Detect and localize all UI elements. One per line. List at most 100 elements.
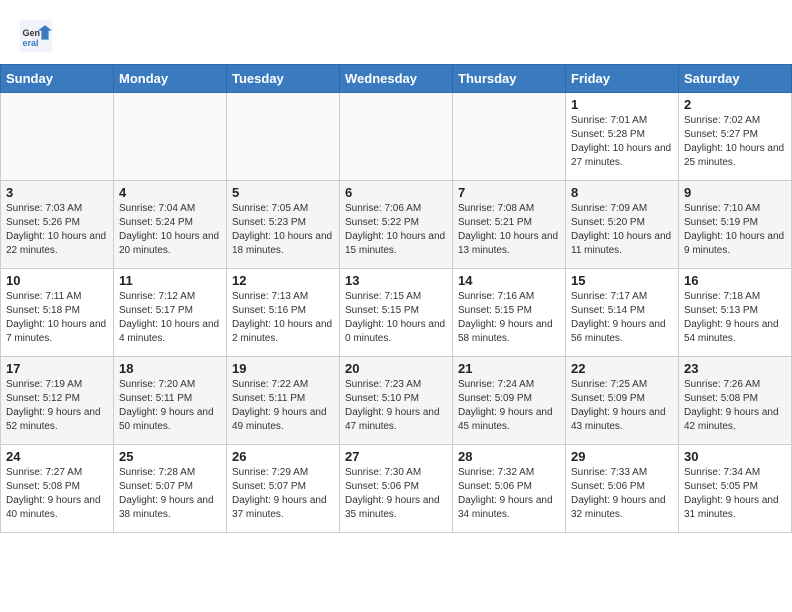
day-number: 27 [345,449,447,464]
day-number: 9 [684,185,786,200]
calendar-cell: 26 Sunrise: 7:29 AMSunset: 5:07 PMDayligh… [227,445,340,533]
day-number: 5 [232,185,334,200]
calendar-cell: 9 Sunrise: 7:10 AMSunset: 5:19 PMDaylight… [679,181,792,269]
day-info: Sunrise: 7:29 AMSunset: 5:07 PMDaylight:… [232,466,334,522]
day-info: Sunrise: 7:06 AMSunset: 5:22 PMDaylight:… [345,202,447,258]
logo-icon: Gen eral [18,18,54,54]
calendar-cell: 17 Sunrise: 7:19 AMSunset: 5:12 PMDayligh… [1,357,114,445]
weekday-header: Thursday [453,65,566,93]
day-info: Sunrise: 7:34 AMSunset: 5:05 PMDaylight:… [684,466,786,522]
day-info: Sunrise: 7:24 AMSunset: 5:09 PMDaylight:… [458,378,560,434]
day-info: Sunrise: 7:09 AMSunset: 5:20 PMDaylight:… [571,202,673,258]
day-number: 19 [232,361,334,376]
calendar-week-row: 1 Sunrise: 7:01 AMSunset: 5:28 PMDaylight… [1,93,792,181]
day-info: Sunrise: 7:33 AMSunset: 5:06 PMDaylight:… [571,466,673,522]
calendar-cell: 21 Sunrise: 7:24 AMSunset: 5:09 PMDayligh… [453,357,566,445]
day-number: 11 [119,273,221,288]
weekday-header: Friday [566,65,679,93]
calendar-cell [340,93,453,181]
day-info: Sunrise: 7:08 AMSunset: 5:21 PMDaylight:… [458,202,560,258]
calendar-cell: 8 Sunrise: 7:09 AMSunset: 5:20 PMDaylight… [566,181,679,269]
day-number: 23 [684,361,786,376]
calendar-cell: 15Sunrise: 7:17 AMSunset: 5:14 PMDayligh… [566,269,679,357]
day-info: Sunrise: 7:10 AMSunset: 5:19 PMDaylight:… [684,202,786,258]
day-info: Sunrise: 7:32 AMSunset: 5:06 PMDaylight:… [458,466,560,522]
calendar-week-row: 17 Sunrise: 7:19 AMSunset: 5:12 PMDayligh… [1,357,792,445]
day-number: 7 [458,185,560,200]
day-number: 24 [6,449,108,464]
calendar-header: SundayMondayTuesdayWednesdayThursdayFrid… [1,65,792,93]
weekday-row: SundayMondayTuesdayWednesdayThursdayFrid… [1,65,792,93]
day-info: Sunrise: 7:16 AMSunset: 5:15 PMDaylight:… [458,290,560,346]
day-info: Sunrise: 7:22 AMSunset: 5:11 PMDaylight:… [232,378,334,434]
calendar-cell: 12Sunrise: 7:13 AMSunset: 5:16 PMDayligh… [227,269,340,357]
day-number: 15 [571,273,673,288]
calendar-cell: 1 Sunrise: 7:01 AMSunset: 5:28 PMDaylight… [566,93,679,181]
day-number: 17 [6,361,108,376]
day-number: 6 [345,185,447,200]
calendar-week-row: 10 Sunrise: 7:11 AMSunset: 5:18 PMDayligh… [1,269,792,357]
day-info: Sunrise: 7:01 AMSunset: 5:28 PMDaylight:… [571,114,673,170]
calendar-cell: 18 Sunrise: 7:20 AMSunset: 5:11 PMDayligh… [114,357,227,445]
calendar-body: 1 Sunrise: 7:01 AMSunset: 5:28 PMDaylight… [1,93,792,533]
calendar-table: SundayMondayTuesdayWednesdayThursdayFrid… [0,64,792,533]
calendar-cell: 10 Sunrise: 7:11 AMSunset: 5:18 PMDayligh… [1,269,114,357]
calendar-cell: 6 Sunrise: 7:06 AMSunset: 5:22 PMDaylight… [340,181,453,269]
day-info: Sunrise: 7:20 AMSunset: 5:11 PMDaylight:… [119,378,221,434]
calendar-cell: 4 Sunrise: 7:04 AMSunset: 5:24 PMDaylight… [114,181,227,269]
day-number: 8 [571,185,673,200]
svg-text:eral: eral [23,38,39,48]
day-info: Sunrise: 7:04 AMSunset: 5:24 PMDaylight:… [119,202,221,258]
calendar-cell: 30 Sunrise: 7:34 AMSunset: 5:05 PMDayligh… [679,445,792,533]
weekday-header: Sunday [1,65,114,93]
calendar-cell: 11 Sunrise: 7:12 AMSunset: 5:17 PMDayligh… [114,269,227,357]
calendar-cell: 13 Sunrise: 7:15 AMSunset: 5:15 PMDayligh… [340,269,453,357]
calendar-cell: 3 Sunrise: 7:03 AMSunset: 5:26 PMDaylight… [1,181,114,269]
calendar-cell: 19 Sunrise: 7:22 AMSunset: 5:11 PMDayligh… [227,357,340,445]
day-number: 13 [345,273,447,288]
calendar-cell: 20 Sunrise: 7:23 AMSunset: 5:10 PMDayligh… [340,357,453,445]
day-info: Sunrise: 7:19 AMSunset: 5:12 PMDaylight:… [6,378,108,434]
day-info: Sunrise: 7:02 AMSunset: 5:27 PMDaylight:… [684,114,786,170]
weekday-header: Tuesday [227,65,340,93]
day-number: 14 [458,273,560,288]
logo: Gen eral [18,18,58,54]
calendar-week-row: 24Sunrise: 7:27 AMSunset: 5:08 PMDayligh… [1,445,792,533]
day-number: 21 [458,361,560,376]
calendar-cell: 29Sunrise: 7:33 AMSunset: 5:06 PMDayligh… [566,445,679,533]
day-number: 25 [119,449,221,464]
day-number: 28 [458,449,560,464]
day-number: 26 [232,449,334,464]
weekday-header: Monday [114,65,227,93]
day-info: Sunrise: 7:03 AMSunset: 5:26 PMDaylight:… [6,202,108,258]
day-number: 4 [119,185,221,200]
calendar-cell [114,93,227,181]
calendar-cell: 2 Sunrise: 7:02 AMSunset: 5:27 PMDaylight… [679,93,792,181]
day-info: Sunrise: 7:23 AMSunset: 5:10 PMDaylight:… [345,378,447,434]
day-info: Sunrise: 7:26 AMSunset: 5:08 PMDaylight:… [684,378,786,434]
day-number: 20 [345,361,447,376]
calendar-cell: 14 Sunrise: 7:16 AMSunset: 5:15 PMDayligh… [453,269,566,357]
calendar-cell: 27 Sunrise: 7:30 AMSunset: 5:06 PMDayligh… [340,445,453,533]
calendar-cell: 7 Sunrise: 7:08 AMSunset: 5:21 PMDaylight… [453,181,566,269]
day-number: 18 [119,361,221,376]
calendar-cell: 24Sunrise: 7:27 AMSunset: 5:08 PMDayligh… [1,445,114,533]
day-info: Sunrise: 7:15 AMSunset: 5:15 PMDaylight:… [345,290,447,346]
day-number: 30 [684,449,786,464]
calendar-week-row: 3 Sunrise: 7:03 AMSunset: 5:26 PMDaylight… [1,181,792,269]
day-info: Sunrise: 7:13 AMSunset: 5:16 PMDaylight:… [232,290,334,346]
day-info: Sunrise: 7:11 AMSunset: 5:18 PMDaylight:… [6,290,108,346]
day-info: Sunrise: 7:25 AMSunset: 5:09 PMDaylight:… [571,378,673,434]
calendar-cell: 23 Sunrise: 7:26 AMSunset: 5:08 PMDayligh… [679,357,792,445]
day-number: 10 [6,273,108,288]
day-number: 22 [571,361,673,376]
calendar-cell: 22 Sunrise: 7:25 AMSunset: 5:09 PMDayligh… [566,357,679,445]
day-info: Sunrise: 7:30 AMSunset: 5:06 PMDaylight:… [345,466,447,522]
page-header: Gen eral [0,0,792,64]
day-number: 3 [6,185,108,200]
day-number: 16 [684,273,786,288]
day-info: Sunrise: 7:12 AMSunset: 5:17 PMDaylight:… [119,290,221,346]
day-number: 2 [684,97,786,112]
day-number: 1 [571,97,673,112]
weekday-header: Saturday [679,65,792,93]
